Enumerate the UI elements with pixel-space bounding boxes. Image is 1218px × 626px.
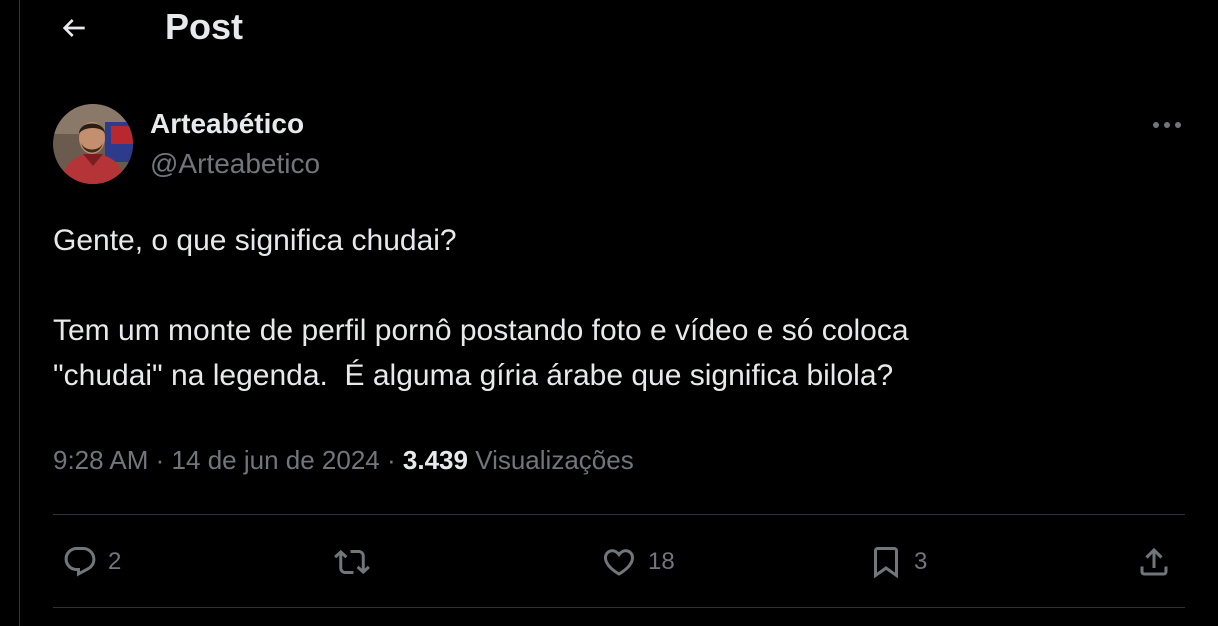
- like-button[interactable]: 18: [600, 540, 675, 584]
- reply-count: 2: [108, 548, 122, 575]
- more-horizontal-icon: [1153, 122, 1181, 128]
- repost-icon: [334, 549, 370, 575]
- post-date[interactable]: 14 de jun de 2024: [172, 445, 380, 475]
- author-display-name[interactable]: Arteabético: [150, 107, 304, 141]
- post-text-line: "chudai" na legenda. É alguma gíria árab…: [53, 359, 894, 392]
- post-meta: 9:28 AM · 14 de jun de 2024 · 3.439 Visu…: [53, 441, 634, 479]
- arrow-left-icon: [62, 19, 85, 37]
- page-title: Post: [165, 6, 244, 47]
- share-icon: [1140, 547, 1168, 576]
- bookmark-icon: [874, 547, 898, 579]
- views-label: Visualizações: [475, 445, 634, 475]
- post-text-line: Tem um monte de perfil pornô postando fo…: [53, 314, 909, 347]
- bookmark-button[interactable]: 3: [868, 540, 927, 584]
- like-count: 18: [648, 548, 675, 575]
- heart-icon: [603, 549, 635, 576]
- post-text-blank-line: [53, 263, 1173, 308]
- column-border: [19, 0, 20, 626]
- meta-separator: ·: [386, 445, 396, 475]
- share-button[interactable]: [1136, 540, 1172, 584]
- more-options-button[interactable]: [1146, 108, 1188, 142]
- author-handle[interactable]: @Arteabetico: [150, 147, 320, 181]
- post-text: Gente, o que significa chudai? Tem um mo…: [53, 218, 1173, 398]
- views-count: 3.439: [402, 445, 468, 475]
- post-time[interactable]: 9:28 AM: [53, 445, 148, 475]
- reply-icon: [64, 547, 96, 577]
- back-button[interactable]: [52, 8, 96, 48]
- user-photo-avatar: [53, 104, 133, 184]
- divider: [53, 607, 1185, 608]
- bookmark-count: 3: [914, 548, 928, 575]
- repost-button[interactable]: [330, 540, 374, 584]
- avatar[interactable]: [53, 104, 133, 184]
- meta-separator: ·: [155, 445, 165, 475]
- reply-button[interactable]: 2: [62, 540, 121, 584]
- divider: [53, 514, 1185, 515]
- post-text-line: Gente, o que significa chudai?: [53, 224, 457, 257]
